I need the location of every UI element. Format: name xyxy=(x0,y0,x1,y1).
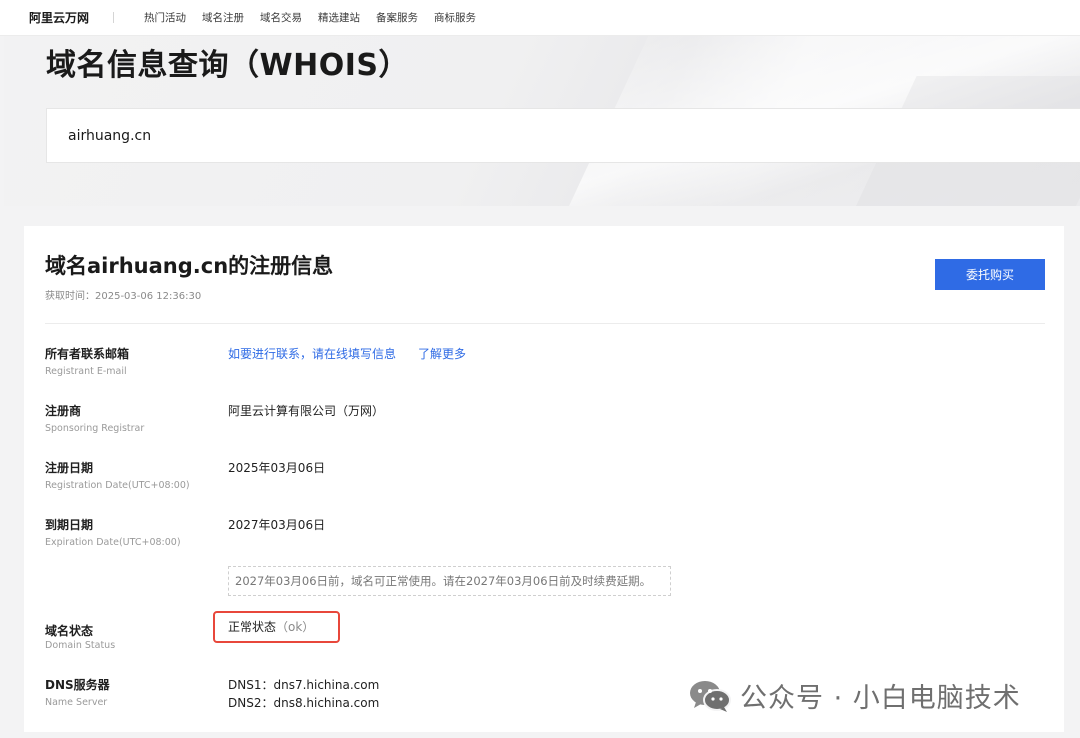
nav-item-hot-events[interactable]: 热门活动 xyxy=(144,10,186,25)
watermark-text: 公众号 · 小白电脑技术 xyxy=(740,683,1021,714)
dns-label: DNS服务器 xyxy=(45,678,110,692)
hero-banner: 域名信息查询（WHOIS） airhuang.cn xyxy=(4,36,1080,206)
contact-form-link[interactable]: 如要进行联系，请在线填写信息 xyxy=(228,347,396,361)
brand-logo[interactable]: 阿里云万网 xyxy=(29,9,89,26)
expiration-date-label: 到期日期 xyxy=(45,518,94,532)
registration-info-card: 域名airhuang.cn的注册信息 获取时间：2025-03-06 12:36… xyxy=(24,226,1064,732)
email-sublabel: Registrant E-mail xyxy=(45,366,127,377)
entrust-purchase-button[interactable]: 委托购买 xyxy=(935,259,1045,290)
dns1-value: DNS1：dns7.hichina.com xyxy=(228,678,380,692)
fetch-timestamp: 获取时间：2025-03-06 12:36:30 xyxy=(45,291,202,302)
expiration-notice: 2027年03月06日前，域名可正常使用。请在2027年03月06日前及时续费延… xyxy=(228,566,671,596)
domain-status-sublabel: Domain Status xyxy=(45,640,116,651)
dns2-value: DNS2：dns8.hichina.com xyxy=(228,696,380,710)
wechat-watermark: 公众号 · 小白电脑技术 xyxy=(688,676,1021,715)
page-title: 域名信息查询（WHOIS） xyxy=(46,48,409,83)
expiration-date-sublabel: Expiration Date(UTC+08:00) xyxy=(45,537,181,548)
registrar-value: 阿里云计算有限公司（万网） xyxy=(228,404,385,418)
registration-date-sublabel: Registration Date(UTC+08:00) xyxy=(45,480,190,491)
nav-item-domain-register[interactable]: 域名注册 xyxy=(202,10,244,25)
nav-item-icp-filing[interactable]: 备案服务 xyxy=(376,10,418,25)
card-divider xyxy=(45,323,1045,324)
brand-divider xyxy=(113,12,115,23)
email-label: 所有者联系邮箱 xyxy=(45,347,130,361)
registration-date-value: 2025年03月06日 xyxy=(228,461,326,475)
registrar-sublabel: Sponsoring Registrar xyxy=(45,423,145,434)
expiration-date-value: 2027年03月06日 xyxy=(228,518,326,532)
registration-date-label: 注册日期 xyxy=(45,461,94,475)
wechat-icon xyxy=(690,680,731,712)
card-title: 域名airhuang.cn的注册信息 xyxy=(45,254,334,278)
domain-status-value: 正常状态（ok） xyxy=(228,618,314,635)
nav-item-trademark[interactable]: 商标服务 xyxy=(434,10,476,25)
status-text: 正常状态 xyxy=(228,620,277,634)
top-navbar: 阿里云万网 热门活动 域名注册 域名交易 精选建站 备案服务 商标服务 xyxy=(0,0,1080,36)
whois-search-input[interactable]: airhuang.cn xyxy=(46,108,1080,163)
registrar-label: 注册商 xyxy=(45,404,82,418)
dns-sublabel: Name Server xyxy=(45,697,108,708)
status-code: （ok） xyxy=(276,620,315,634)
email-value: 如要进行联系，请在线填写信息 了解更多 xyxy=(228,345,466,362)
domain-status-label: 域名状态 xyxy=(45,624,94,638)
nav-item-site-building[interactable]: 精选建站 xyxy=(318,10,360,25)
learn-more-link[interactable]: 了解更多 xyxy=(418,347,466,361)
main-nav: 热门活动 域名注册 域名交易 精选建站 备案服务 商标服务 xyxy=(144,10,492,25)
nav-item-domain-trade[interactable]: 域名交易 xyxy=(260,10,302,25)
